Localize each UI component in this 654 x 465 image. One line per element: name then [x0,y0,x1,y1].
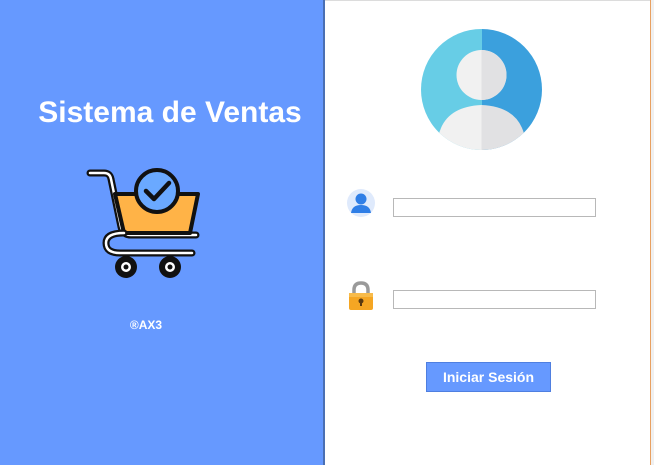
window-edge [650,0,654,465]
brand-panel: Sistema de Ventas ®AX3 [0,0,325,465]
copyright-text: ®AX3 [129,318,163,332]
shopping-cart-check-icon [86,168,200,278]
top-divider [325,0,654,1]
login-button[interactable]: Iniciar Sesión [426,362,551,392]
padlock-icon [349,281,373,310]
login-button-label: Iniciar Sesión [442,369,535,385]
user-icon [347,189,375,217]
password-field[interactable] [393,290,596,309]
user-avatar-icon [421,29,542,150]
username-field[interactable] [393,198,596,217]
app-title: Sistema de Ventas [38,96,302,129]
